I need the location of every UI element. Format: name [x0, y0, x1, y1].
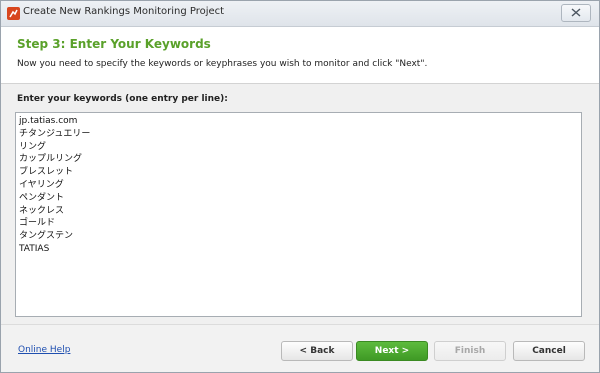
step-description: Now you need to specify the keywords or … — [17, 59, 428, 69]
keywords-label: Enter your keywords (one entry per line)… — [17, 94, 228, 104]
keyword-line: jp.tatias.com — [19, 116, 78, 126]
back-button[interactable]: < Back — [281, 341, 353, 361]
close-button[interactable] — [561, 4, 591, 22]
keywords-panel: Enter your keywords (one entry per line)… — [1, 84, 599, 324]
dialog-window: Create New Rankings Monitoring Project S… — [0, 0, 600, 373]
keyword-line: ネックレス — [19, 205, 65, 216]
close-icon — [571, 8, 581, 17]
next-button[interactable]: Next > — [356, 341, 428, 361]
step-title: Step 3: Enter Your Keywords — [17, 37, 211, 51]
finish-button[interactable]: Finish — [434, 341, 506, 361]
keyword-line: チタンジュエリー — [19, 128, 91, 139]
keyword-line: ブレスレット — [19, 167, 74, 178]
keyword-line: ペンダント — [19, 192, 65, 203]
window-title: Create New Rankings Monitoring Project — [23, 6, 225, 17]
keyword-line: イヤリング — [19, 179, 64, 190]
app-logo-icon — [7, 7, 20, 20]
online-help-link[interactable]: Online Help — [18, 345, 70, 355]
keyword-line: TATIAS — [19, 243, 50, 254]
keyword-line: カップルリング — [19, 154, 83, 165]
cancel-button[interactable]: Cancel — [513, 341, 585, 361]
keyword-line: リング — [19, 141, 47, 152]
keyword-line: ゴールド — [19, 218, 56, 229]
step-header: Step 3: Enter Your Keywords Now you need… — [1, 27, 599, 84]
keyword-line: タングステン — [19, 231, 74, 242]
dialog-footer: Online Help < Back Next > Finish Cancel — [1, 324, 599, 372]
keywords-textarea[interactable]: jp.tatias.com チタンジュエリー リング カップルリング ブレスレッ… — [15, 112, 582, 317]
title-bar: Create New Rankings Monitoring Project — [1, 1, 599, 27]
